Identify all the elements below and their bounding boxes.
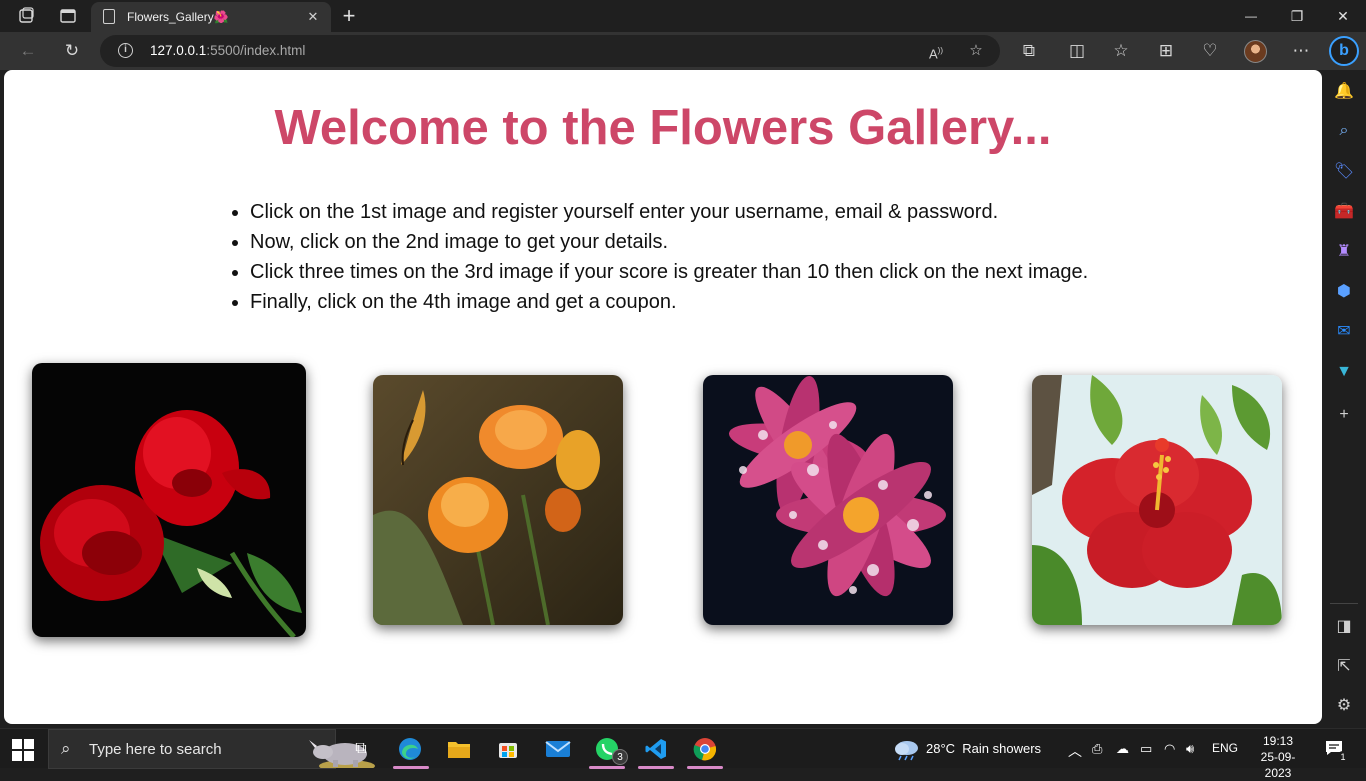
microsoft-365-icon[interactable]: ⬢ [1333,281,1355,303]
hide-sidebar-icon[interactable]: ◨ [1333,616,1355,638]
shopping-tag-icon[interactable]: 🏷 [1333,161,1355,183]
web-page: Welcome to the Flowers Gallery... Click … [4,70,1322,724]
list-item: Click on the 1st image and register your… [250,197,1150,227]
browser-essentials-icon[interactable]: ♡ [1196,38,1224,64]
file-explorer-icon[interactable] [444,735,474,763]
chrome-icon[interactable] [690,735,720,763]
gallery-image-1-roses[interactable] [32,363,306,637]
vertical-tabs-icon[interactable] [54,4,82,28]
gallery-image-3-pink-flowers[interactable] [703,375,953,625]
vscode-icon[interactable] [641,735,671,763]
list-item: Now, click on the 2nd image to get your … [250,227,1150,257]
mail-icon[interactable] [543,735,573,763]
notification-badge: 1 [1337,751,1349,763]
add-sidebar-app-icon[interactable]: + [1333,404,1355,426]
collections-icon[interactable]: ⊞ [1152,38,1180,64]
new-tab-button[interactable]: + [336,3,362,29]
battery-icon[interactable]: ▭ [1140,741,1152,757]
outlook-icon[interactable]: ✉ [1333,321,1355,343]
browser-toolbar: ← ↻ i 127.0.0.1:5500/index.html A)) ☆ ⧉ … [0,32,1366,70]
pink-flowers-image [703,375,953,625]
bing-copilot-icon[interactable]: b [1329,36,1359,66]
back-arrow-icon[interactable]: ← [14,38,42,64]
workspaces-icon[interactable] [12,4,40,28]
open-external-icon[interactable]: ⇱ [1333,656,1355,678]
wifi-icon[interactable]: ◠ [1164,741,1175,757]
page-title: Welcome to the Flowers Gallery... [274,101,1052,155]
search-icon: ⌕ [61,739,71,758]
search-placeholder: Type here to search [89,741,222,758]
profile-avatar[interactable] [1244,40,1267,63]
games-icon[interactable]: ♜ [1333,241,1355,263]
document-icon [103,9,115,24]
minimize-button[interactable]: — [1228,0,1274,32]
microsoft-store-icon[interactable] [493,735,523,763]
onedrive-icon[interactable]: ☁ [1116,741,1129,757]
search-icon[interactable]: ⌕ [1333,120,1355,142]
extensions-icon[interactable]: ⧉ [1015,38,1043,64]
restore-button[interactable]: ❐ [1274,0,1320,32]
tab-flowers-gallery[interactable]: Flowers_Gallery🌺 ✕ [91,2,331,32]
windows-taskbar: ⌕ Type here to search ⧉ 3 28°C Rain show… [0,728,1366,780]
sidebar-settings-gear-icon[interactable]: ⚙ [1333,695,1355,717]
favorites-icon[interactable]: ☆ [1107,38,1135,64]
language-indicator[interactable]: ENG [1212,741,1238,755]
notification-bell-icon[interactable]: 🔔 [1333,81,1355,103]
sidebar-divider [1330,603,1358,604]
clock-date: 25-09-2023 [1260,750,1296,780]
instructions-list: Click on the 1st image and register your… [250,197,1150,317]
weather-widget[interactable]: 28°C Rain showers [926,741,1041,756]
clock-time: 19:13 [1262,734,1294,748]
list-item: Click three times on the 3rd image if yo… [250,257,1150,287]
drop-icon[interactable]: ▼ [1333,361,1355,383]
favorite-star-icon[interactable]: ☆ [963,39,989,63]
browser-titlebar: Flowers_Gallery🌺 ✕ + — ❐ ✕ [0,0,1366,32]
whatsapp-badge: 3 [612,749,628,765]
taskbar-search-box[interactable]: ⌕ Type here to search [48,729,375,769]
tools-icon[interactable]: 🧰 [1333,201,1355,223]
hibiscus-image [1032,375,1282,625]
close-window-button[interactable]: ✕ [1320,0,1366,32]
red-roses-image [32,363,306,637]
meet-now-icon[interactable]: ⎙ [1092,741,1102,757]
edge-sidebar: 🔔 ⌕ 🏷 🧰 ♜ ⬢ ✉ ▼ + ◨ ⇱ ⚙ [1322,70,1366,728]
more-options-icon[interactable]: ⋯ [1287,38,1315,64]
split-screen-icon[interactable]: ◫ [1063,38,1091,64]
read-aloud-icon[interactable]: A)) [923,39,949,63]
windows-start-icon[interactable] [12,739,34,761]
weather-cloud-icon[interactable] [893,737,921,766]
volume-icon[interactable]: 🔊︎ [1186,741,1194,757]
task-view-icon[interactable]: ⧉ [346,735,376,763]
orange-flowers-image [373,375,623,625]
refresh-icon[interactable]: ↻ [58,38,86,64]
url-text[interactable]: 127.0.0.1:5500/index.html [150,43,305,58]
chevron-up-icon[interactable]: ︿ [1068,741,1082,761]
list-item: Finally, click on the 4th image and get … [250,287,1150,317]
tab-close-icon[interactable]: ✕ [303,7,323,27]
edge-taskbar-icon[interactable] [395,735,425,763]
clock[interactable]: 19:13 25-09-2023 [1249,733,1307,781]
site-info-icon[interactable]: i [118,43,133,58]
gallery-image-2-orange-flowers[interactable] [373,375,623,625]
address-bar[interactable]: i 127.0.0.1:5500/index.html A)) ☆ [100,35,1000,67]
tab-title: Flowers_Gallery🌺 [127,10,229,24]
gallery-image-4-hibiscus[interactable] [1032,375,1282,625]
